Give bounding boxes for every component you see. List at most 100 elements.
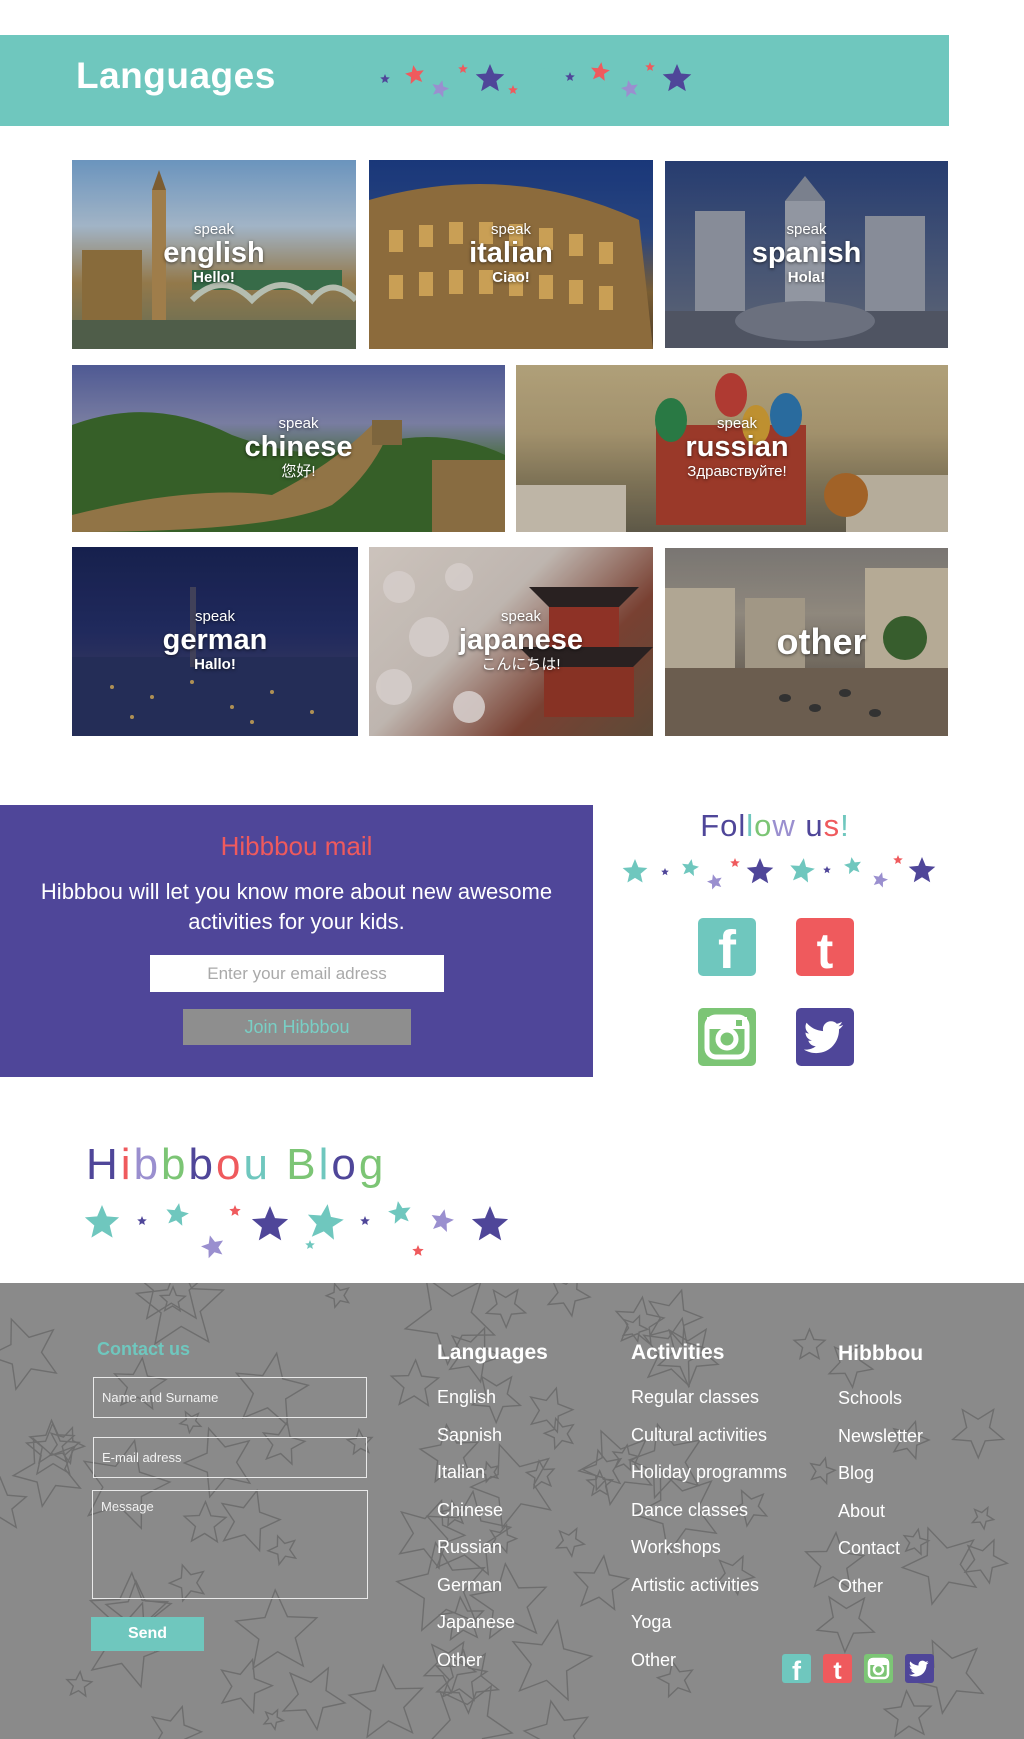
message-field[interactable] [92, 1490, 368, 1599]
star-icon [201, 1235, 224, 1259]
star-icon [951, 1408, 1006, 1460]
star-icon [645, 62, 655, 71]
tile-language-name: chinese [244, 430, 353, 463]
star-icon [707, 874, 722, 890]
star-icon [65, 1669, 94, 1698]
tumblr-button[interactable]: t [796, 918, 854, 976]
footer-link[interactable]: Other [838, 1568, 923, 1606]
footer-link[interactable]: Sapnish [437, 1417, 548, 1455]
tile-greeting: Ciao! [492, 268, 530, 286]
star-icon [166, 1203, 189, 1226]
star-icon [873, 872, 888, 888]
star-icon [24, 1421, 82, 1476]
footer-link[interactable]: Italian [437, 1454, 548, 1492]
tile-japanese[interactable]: speak japanese こんにちは! [369, 547, 653, 736]
footer-link[interactable]: Chinese [437, 1492, 548, 1530]
languages-header: Languages [0, 35, 949, 126]
star-icon [0, 1317, 58, 1391]
tile-english[interactable]: speak english Hello! [72, 160, 356, 349]
tile-italian[interactable]: speak italian Ciao! [369, 160, 653, 349]
tile-russian[interactable]: speak russian Здравствуйте! [516, 365, 948, 532]
stars-decoration [84, 1201, 509, 1259]
footer-column-activities: Activities Regular classes Cultural acti… [631, 1341, 787, 1679]
star-icon [963, 1538, 1010, 1585]
stars-decoration [336, 60, 692, 98]
footer-column-title: Activities [631, 1341, 725, 1364]
footer-link[interactable]: Other [631, 1642, 787, 1680]
footer-link[interactable]: About [838, 1493, 923, 1531]
instagram-button[interactable] [698, 1008, 756, 1066]
footer: Contact us Send Languages English Sapnis… [0, 1283, 1024, 1739]
star-icon [251, 1206, 289, 1241]
star-icon [347, 1663, 424, 1739]
follow-title: Follow us! [625, 808, 925, 844]
star-icon [380, 74, 390, 83]
footer-link[interactable]: Russian [437, 1529, 548, 1567]
tile-speak-label: speak [193, 220, 235, 238]
tile-language-name: english [163, 236, 265, 269]
footer-link[interactable]: Newsletter [838, 1418, 923, 1456]
footer-column-hibbbou: Hibbbou Schools Newsletter Blog About Co… [838, 1342, 923, 1605]
instagram-icon [704, 1014, 750, 1060]
star-icon [546, 1283, 592, 1318]
tile-speak-label: speak [278, 414, 319, 432]
svg-text:t: t [833, 1657, 842, 1683]
tile-chinese[interactable]: speak chinese 您好! [72, 365, 505, 532]
star-icon [790, 858, 815, 883]
name-field[interactable] [93, 1377, 367, 1418]
tile-greeting: Hola! [787, 268, 826, 286]
footer-link[interactable]: Other [437, 1642, 548, 1680]
twitter-icon [908, 1660, 929, 1677]
star-icon [661, 868, 669, 876]
star-icon [471, 1206, 509, 1241]
join-button[interactable]: Join Hibbbou [183, 1009, 411, 1045]
star-icon [844, 857, 861, 875]
star-icon [324, 1283, 351, 1310]
footer-column-languages: Languages English Sapnish Italian Chines… [437, 1341, 548, 1679]
footer-link[interactable]: Japanese [437, 1604, 548, 1642]
blog-title: Hibbbou Blog [86, 1140, 387, 1189]
footer-link[interactable]: Holiday programms [631, 1454, 787, 1492]
star-icon [389, 1358, 441, 1407]
tile-language-name: russian [685, 430, 789, 463]
footer-link[interactable]: Regular classes [631, 1379, 787, 1417]
mail-title: Hibbbou mail [220, 831, 373, 861]
page-title: Languages [76, 55, 276, 96]
star-icon [591, 62, 610, 81]
star-icon [431, 1209, 454, 1232]
facebook-button[interactable]: f [698, 918, 756, 976]
footer-link[interactable]: Contact [838, 1530, 923, 1568]
footer-column-title: Hibbbou [838, 1342, 924, 1365]
mail-description: Hibbbou will let you know more about new… [40, 879, 553, 934]
star-icon [432, 80, 450, 98]
footer-tumblr-button[interactable]: t [823, 1654, 852, 1683]
tile-language-name: other [776, 621, 867, 662]
footer-link[interactable]: Schools [838, 1380, 923, 1418]
facebook-icon: f [718, 920, 737, 976]
star-icon [388, 1201, 411, 1224]
star-icon [572, 1554, 631, 1612]
footer-link[interactable]: German [437, 1567, 548, 1605]
footer-instagram-button[interactable] [864, 1654, 893, 1683]
footer-link[interactable]: Yoga [631, 1604, 787, 1642]
footer-link[interactable]: Workshops [631, 1529, 787, 1567]
footer-link[interactable]: Cultural activities [631, 1417, 787, 1455]
footer-link[interactable]: English [437, 1379, 548, 1417]
footer-twitter-button[interactable] [905, 1654, 934, 1683]
star-icon [508, 85, 518, 94]
tile-spanish[interactable]: speak spanish Hola! [665, 161, 948, 348]
tumblr-icon: t [833, 1657, 842, 1683]
tile-speak-label: speak [716, 414, 758, 432]
footer-link[interactable]: Blog [838, 1455, 923, 1493]
star-icon [662, 64, 692, 92]
footer-facebook-button[interactable]: f [782, 1654, 811, 1683]
tile-german[interactable]: speak german Hallo! [72, 547, 358, 736]
tile-other[interactable]: other [665, 548, 948, 736]
send-button[interactable]: Send [91, 1617, 204, 1651]
email-field[interactable] [93, 1437, 367, 1478]
twitter-button[interactable] [796, 1008, 854, 1066]
star-icon [554, 1527, 587, 1558]
newsletter-email-input[interactable] [150, 955, 444, 992]
footer-link[interactable]: Artistic activities [631, 1567, 787, 1605]
footer-link[interactable]: Dance classes [631, 1492, 787, 1530]
